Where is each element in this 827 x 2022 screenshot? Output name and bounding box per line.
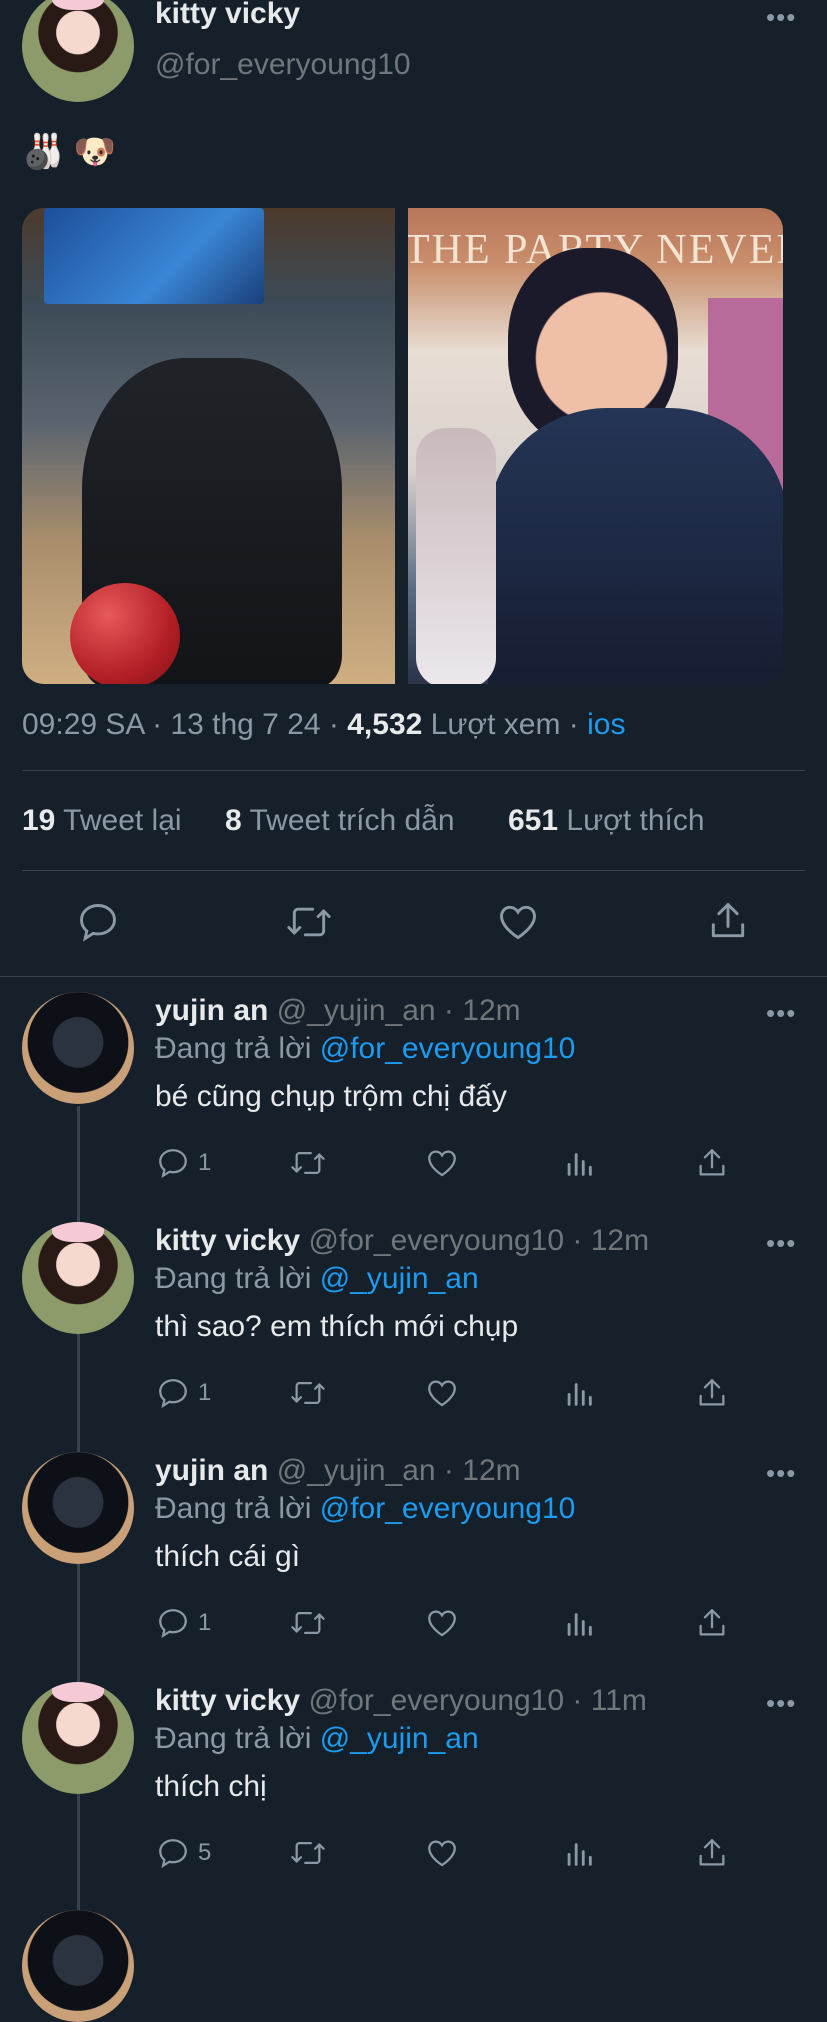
reply-text: bé cũng chụp trộm chị đấy [155, 1080, 507, 1113]
author-avatar[interactable] [22, 0, 134, 102]
replying-to-link[interactable]: @_yujin_an [320, 1262, 479, 1295]
reply-author-name[interactable]: kitty vicky [155, 1684, 300, 1717]
source-link[interactable]: ios [587, 708, 625, 741]
quotes-count: 8 [225, 804, 242, 837]
more-icon[interactable]: ••• [766, 998, 796, 1029]
retweet-icon[interactable] [288, 1836, 328, 1870]
like-icon[interactable] [425, 1836, 459, 1870]
quotes-label: Tweet trích dẫn [249, 804, 455, 837]
divider [22, 870, 805, 871]
reply-icon[interactable] [76, 900, 120, 944]
reply-author-handle[interactable]: @_yujin_an · 12m [277, 1454, 521, 1487]
tweet-meta: 09:29 SA · 13 thg 7 24 · 4,532 Lượt xem … [22, 708, 625, 742]
replying-to-link[interactable]: @_yujin_an [320, 1722, 479, 1755]
reply-count: 1 [198, 1379, 212, 1406]
like-icon[interactable] [425, 1606, 459, 1640]
more-icon[interactable]: ••• [766, 1228, 796, 1259]
replying-to-link[interactable]: @for_everyoung10 [320, 1032, 576, 1065]
reply-text: thích cái gì [155, 1540, 301, 1573]
analytics-icon[interactable] [562, 1606, 596, 1640]
media-image-right[interactable]: THE PARTY NEVER EN [408, 208, 783, 684]
share-icon[interactable] [695, 1146, 729, 1180]
reply-author-handle[interactable]: @for_everyoung10 · 12m [308, 1224, 649, 1257]
like-icon[interactable] [425, 1376, 459, 1410]
reply-count: 1 [198, 1609, 212, 1636]
reply-icon[interactable]: 1 [156, 1376, 211, 1410]
share-icon[interactable] [695, 1376, 729, 1410]
retweet-icon[interactable] [288, 1606, 328, 1640]
reply-author-name[interactable]: kitty vicky [155, 1224, 300, 1257]
reply-avatar[interactable] [22, 1452, 134, 1564]
views-label: Lượt xem · [422, 708, 588, 741]
like-icon[interactable] [425, 1146, 459, 1180]
analytics-icon[interactable] [562, 1836, 596, 1870]
divider [0, 976, 827, 977]
share-icon[interactable] [706, 898, 750, 944]
likes-label: Lượt thích [566, 804, 705, 837]
more-icon[interactable]: ••• [766, 1458, 796, 1489]
reply-author-handle[interactable]: @_yujin_an · 12m [277, 994, 521, 1027]
reply-avatar[interactable] [22, 1682, 134, 1794]
replying-to-link[interactable]: @for_everyoung10 [320, 1492, 576, 1525]
retweets-label: Tweet lại [63, 804, 182, 837]
replying-prefix: Đang trả lời [155, 1722, 320, 1755]
reply-count: 1 [198, 1149, 212, 1176]
quotes-stat[interactable]: 8 Tweet trích dẫn [225, 804, 455, 838]
reply-icon[interactable]: 1 [156, 1146, 211, 1180]
reply-icon[interactable]: 1 [156, 1606, 211, 1640]
reply-author-name[interactable]: yujin an [155, 1454, 268, 1487]
reply-avatar[interactable] [22, 1910, 134, 2022]
timestamp: 09:29 SA · 13 thg 7 24 · [22, 708, 348, 741]
reply-avatar[interactable] [22, 1222, 134, 1334]
likes-stat[interactable]: 651 Lượt thích [508, 804, 705, 838]
tweet-text: 🎳 🐶 [22, 133, 117, 171]
share-icon[interactable] [695, 1606, 729, 1640]
analytics-icon[interactable] [562, 1146, 596, 1180]
more-icon[interactable]: ••• [766, 2, 796, 33]
reply-count: 5 [198, 1839, 212, 1866]
retweet-icon[interactable] [288, 1376, 328, 1410]
retweets-count: 19 [22, 804, 56, 837]
divider [22, 770, 805, 771]
share-icon[interactable] [695, 1836, 729, 1870]
replying-prefix: Đang trả lời [155, 1262, 320, 1295]
replying-prefix: Đang trả lời [155, 1492, 320, 1525]
retweet-icon[interactable] [284, 900, 334, 944]
more-icon[interactable]: ••• [766, 1688, 796, 1719]
reply-icon[interactable]: 5 [156, 1836, 211, 1870]
reply-avatar[interactable] [22, 992, 134, 1104]
replying-prefix: Đang trả lời [155, 1032, 320, 1065]
retweets-stat[interactable]: 19 Tweet lại [22, 804, 182, 838]
retweet-icon[interactable] [288, 1146, 328, 1180]
views-count: 4,532 [347, 708, 423, 741]
like-icon[interactable] [496, 900, 540, 944]
reply-author-name[interactable]: yujin an [155, 994, 268, 1027]
reply-text: thì sao? em thích mới chụp [155, 1310, 519, 1343]
likes-count: 651 [508, 804, 559, 837]
author-handle[interactable]: @for_everyoung10 [155, 48, 411, 82]
media-image-left[interactable] [22, 208, 395, 684]
reply-author-handle[interactable]: @for_everyoung10 · 11m [308, 1684, 646, 1717]
analytics-icon[interactable] [562, 1376, 596, 1410]
reply-text: thích chị [155, 1770, 267, 1803]
author-name[interactable]: kitty vicky [155, 0, 300, 31]
